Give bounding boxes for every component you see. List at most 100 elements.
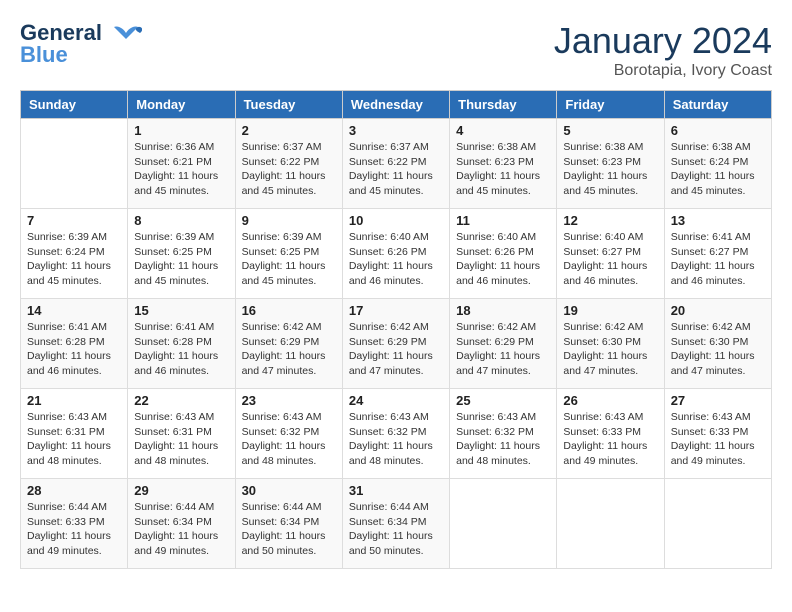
cell-sunset: Sunset: 6:34 PM — [242, 515, 336, 530]
calendar-cell: 10 Sunrise: 6:40 AM Sunset: 6:26 PM Dayl… — [342, 209, 449, 299]
calendar-day-header: Saturday — [664, 91, 771, 119]
cell-daylight: Daylight: 11 hours and 46 minutes. — [349, 259, 443, 288]
cell-sunset: Sunset: 6:25 PM — [242, 245, 336, 260]
calendar-week-row: 21 Sunrise: 6:43 AM Sunset: 6:31 PM Dayl… — [21, 389, 772, 479]
cell-sunrise: Sunrise: 6:42 AM — [456, 320, 550, 335]
cell-info: Sunrise: 6:39 AM Sunset: 6:25 PM Dayligh… — [134, 230, 228, 289]
cell-sunrise: Sunrise: 6:40 AM — [456, 230, 550, 245]
cell-info: Sunrise: 6:44 AM Sunset: 6:34 PM Dayligh… — [349, 500, 443, 559]
cell-sunrise: Sunrise: 6:37 AM — [349, 140, 443, 155]
cell-sunrise: Sunrise: 6:43 AM — [456, 410, 550, 425]
cell-date-number: 27 — [671, 393, 765, 408]
cell-sunset: Sunset: 6:24 PM — [671, 155, 765, 170]
cell-date-number: 25 — [456, 393, 550, 408]
cell-sunset: Sunset: 6:25 PM — [134, 245, 228, 260]
cell-sunrise: Sunrise: 6:43 AM — [242, 410, 336, 425]
cell-daylight: Daylight: 11 hours and 45 minutes. — [134, 169, 228, 198]
cell-sunrise: Sunrise: 6:40 AM — [349, 230, 443, 245]
cell-sunrise: Sunrise: 6:41 AM — [134, 320, 228, 335]
cell-info: Sunrise: 6:43 AM Sunset: 6:31 PM Dayligh… — [134, 410, 228, 469]
calendar-day-header: Thursday — [450, 91, 557, 119]
cell-sunset: Sunset: 6:27 PM — [671, 245, 765, 260]
cell-date-number: 12 — [563, 213, 657, 228]
calendar-table: SundayMondayTuesdayWednesdayThursdayFrid… — [20, 90, 772, 569]
cell-daylight: Daylight: 11 hours and 45 minutes. — [242, 169, 336, 198]
cell-date-number: 26 — [563, 393, 657, 408]
cell-info: Sunrise: 6:42 AM Sunset: 6:29 PM Dayligh… — [242, 320, 336, 379]
cell-sunset: Sunset: 6:30 PM — [563, 335, 657, 350]
cell-sunrise: Sunrise: 6:39 AM — [242, 230, 336, 245]
calendar-cell: 5 Sunrise: 6:38 AM Sunset: 6:23 PM Dayli… — [557, 119, 664, 209]
cell-date-number: 30 — [242, 483, 336, 498]
calendar-cell: 28 Sunrise: 6:44 AM Sunset: 6:33 PM Dayl… — [21, 479, 128, 569]
calendar-week-row: 7 Sunrise: 6:39 AM Sunset: 6:24 PM Dayli… — [21, 209, 772, 299]
cell-date-number: 5 — [563, 123, 657, 138]
calendar-cell: 4 Sunrise: 6:38 AM Sunset: 6:23 PM Dayli… — [450, 119, 557, 209]
page-header: General Blue January 2024 Borotapia, Ivo… — [20, 20, 772, 80]
cell-info: Sunrise: 6:44 AM Sunset: 6:33 PM Dayligh… — [27, 500, 121, 559]
calendar-cell: 24 Sunrise: 6:43 AM Sunset: 6:32 PM Dayl… — [342, 389, 449, 479]
cell-info: Sunrise: 6:43 AM Sunset: 6:33 PM Dayligh… — [563, 410, 657, 469]
calendar-cell: 27 Sunrise: 6:43 AM Sunset: 6:33 PM Dayl… — [664, 389, 771, 479]
calendar-week-row: 14 Sunrise: 6:41 AM Sunset: 6:28 PM Dayl… — [21, 299, 772, 389]
cell-sunset: Sunset: 6:34 PM — [134, 515, 228, 530]
calendar-cell — [21, 119, 128, 209]
cell-sunset: Sunset: 6:31 PM — [134, 425, 228, 440]
cell-sunset: Sunset: 6:31 PM — [27, 425, 121, 440]
calendar-cell — [450, 479, 557, 569]
cell-daylight: Daylight: 11 hours and 45 minutes. — [563, 169, 657, 198]
cell-daylight: Daylight: 11 hours and 47 minutes. — [349, 349, 443, 378]
cell-date-number: 8 — [134, 213, 228, 228]
cell-date-number: 11 — [456, 213, 550, 228]
cell-daylight: Daylight: 11 hours and 45 minutes. — [349, 169, 443, 198]
calendar-cell: 19 Sunrise: 6:42 AM Sunset: 6:30 PM Dayl… — [557, 299, 664, 389]
cell-daylight: Daylight: 11 hours and 46 minutes. — [456, 259, 550, 288]
cell-daylight: Daylight: 11 hours and 47 minutes. — [563, 349, 657, 378]
cell-sunrise: Sunrise: 6:42 AM — [671, 320, 765, 335]
cell-daylight: Daylight: 11 hours and 48 minutes. — [27, 439, 121, 468]
cell-sunset: Sunset: 6:22 PM — [349, 155, 443, 170]
calendar-cell: 16 Sunrise: 6:42 AM Sunset: 6:29 PM Dayl… — [235, 299, 342, 389]
calendar-cell: 29 Sunrise: 6:44 AM Sunset: 6:34 PM Dayl… — [128, 479, 235, 569]
cell-date-number: 14 — [27, 303, 121, 318]
cell-sunset: Sunset: 6:29 PM — [242, 335, 336, 350]
cell-daylight: Daylight: 11 hours and 48 minutes. — [134, 439, 228, 468]
calendar-cell: 2 Sunrise: 6:37 AM Sunset: 6:22 PM Dayli… — [235, 119, 342, 209]
cell-info: Sunrise: 6:42 AM Sunset: 6:30 PM Dayligh… — [563, 320, 657, 379]
calendar-cell: 11 Sunrise: 6:40 AM Sunset: 6:26 PM Dayl… — [450, 209, 557, 299]
cell-sunset: Sunset: 6:33 PM — [671, 425, 765, 440]
cell-info: Sunrise: 6:36 AM Sunset: 6:21 PM Dayligh… — [134, 140, 228, 199]
cell-date-number: 1 — [134, 123, 228, 138]
cell-daylight: Daylight: 11 hours and 48 minutes. — [349, 439, 443, 468]
cell-date-number: 17 — [349, 303, 443, 318]
calendar-cell: 22 Sunrise: 6:43 AM Sunset: 6:31 PM Dayl… — [128, 389, 235, 479]
cell-daylight: Daylight: 11 hours and 46 minutes. — [563, 259, 657, 288]
cell-info: Sunrise: 6:37 AM Sunset: 6:22 PM Dayligh… — [349, 140, 443, 199]
cell-sunset: Sunset: 6:29 PM — [349, 335, 443, 350]
cell-sunrise: Sunrise: 6:43 AM — [563, 410, 657, 425]
calendar-cell: 21 Sunrise: 6:43 AM Sunset: 6:31 PM Dayl… — [21, 389, 128, 479]
cell-info: Sunrise: 6:38 AM Sunset: 6:23 PM Dayligh… — [563, 140, 657, 199]
calendar-cell: 9 Sunrise: 6:39 AM Sunset: 6:25 PM Dayli… — [235, 209, 342, 299]
cell-date-number: 19 — [563, 303, 657, 318]
cell-sunset: Sunset: 6:29 PM — [456, 335, 550, 350]
cell-date-number: 18 — [456, 303, 550, 318]
cell-daylight: Daylight: 11 hours and 49 minutes. — [134, 529, 228, 558]
calendar-cell: 1 Sunrise: 6:36 AM Sunset: 6:21 PM Dayli… — [128, 119, 235, 209]
cell-date-number: 7 — [27, 213, 121, 228]
cell-info: Sunrise: 6:41 AM Sunset: 6:28 PM Dayligh… — [27, 320, 121, 379]
cell-sunset: Sunset: 6:27 PM — [563, 245, 657, 260]
cell-info: Sunrise: 6:44 AM Sunset: 6:34 PM Dayligh… — [242, 500, 336, 559]
cell-date-number: 2 — [242, 123, 336, 138]
calendar-week-row: 1 Sunrise: 6:36 AM Sunset: 6:21 PM Dayli… — [21, 119, 772, 209]
cell-sunrise: Sunrise: 6:42 AM — [563, 320, 657, 335]
calendar-cell: 12 Sunrise: 6:40 AM Sunset: 6:27 PM Dayl… — [557, 209, 664, 299]
cell-sunset: Sunset: 6:34 PM — [349, 515, 443, 530]
cell-info: Sunrise: 6:41 AM Sunset: 6:27 PM Dayligh… — [671, 230, 765, 289]
cell-info: Sunrise: 6:42 AM Sunset: 6:30 PM Dayligh… — [671, 320, 765, 379]
cell-info: Sunrise: 6:43 AM Sunset: 6:32 PM Dayligh… — [242, 410, 336, 469]
cell-sunrise: Sunrise: 6:38 AM — [456, 140, 550, 155]
cell-sunset: Sunset: 6:28 PM — [27, 335, 121, 350]
cell-sunrise: Sunrise: 6:41 AM — [27, 320, 121, 335]
cell-date-number: 29 — [134, 483, 228, 498]
